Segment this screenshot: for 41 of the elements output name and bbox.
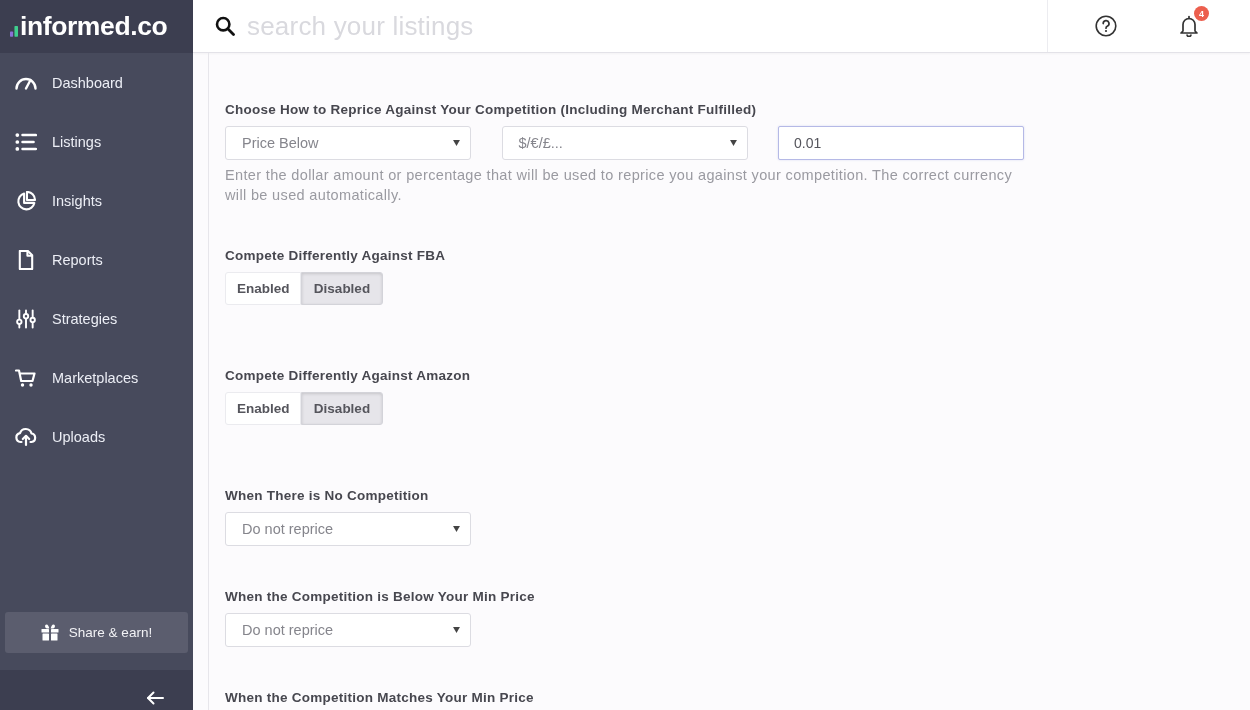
caret-icon xyxy=(453,627,460,633)
logo-text: informed.co xyxy=(20,11,168,42)
nav-item[interactable]: Dashboard xyxy=(0,53,193,112)
search-icon xyxy=(215,16,235,36)
nav-item[interactable]: Listings xyxy=(0,112,193,171)
pie-chart-icon xyxy=(15,190,37,211)
dropdown[interactable]: Price Below xyxy=(225,126,471,160)
logo-bars-icon xyxy=(10,24,18,37)
toggle-option[interactable]: Disabled xyxy=(301,272,383,305)
toggle-option[interactable]: Enabled xyxy=(225,272,301,305)
toggle-option[interactable]: Disabled xyxy=(301,392,383,425)
dropdown[interactable]: Do not reprice xyxy=(225,613,471,647)
input-field[interactable]: 0.01 xyxy=(778,126,1024,160)
toggle-option[interactable]: Enabled xyxy=(225,392,301,425)
nav-item[interactable]: Uploads xyxy=(0,407,193,466)
field-label: When There is No Competition xyxy=(225,487,430,505)
bell-icon[interactable] xyxy=(1179,15,1199,37)
field-label: When the Competition is Below Your Min Price xyxy=(225,588,536,606)
cloud-upload-icon xyxy=(15,426,37,447)
cart-icon xyxy=(15,367,37,388)
dropdown[interactable]: Do not reprice xyxy=(225,512,471,546)
share-earn-button[interactable]: Share & earn! xyxy=(5,612,188,653)
dropdown[interactable]: $/€/£... xyxy=(501,126,748,160)
list-icon xyxy=(15,131,37,152)
arrow-left-icon[interactable] xyxy=(146,691,164,705)
field-label: Compete Differently Against FBA xyxy=(225,247,447,265)
field-label: Choose How to Reprice Against Your Competition (Including Merchant Fulfilled) xyxy=(225,101,758,119)
help-text: Enter the dollar amount or percentage that will be used to reprice you against your competition. The correct currency will be used automatically. xyxy=(225,166,1014,205)
caret-icon xyxy=(453,140,460,146)
gift-icon xyxy=(40,624,59,641)
caret-icon xyxy=(729,140,737,146)
nav-item[interactable]: Reports xyxy=(0,230,193,289)
field-label: When the Competition Matches Your Min Price xyxy=(225,689,535,707)
notification-badge: 4 xyxy=(1194,6,1209,21)
nav-item[interactable]: Insights xyxy=(0,171,193,230)
nav-item[interactable]: Strategies xyxy=(0,289,193,348)
caret-icon xyxy=(453,526,460,532)
nav-item[interactable]: Marketplaces xyxy=(0,348,193,407)
sliders-icon xyxy=(15,308,37,329)
field-label: Compete Differently Against Amazon xyxy=(225,367,472,385)
help-icon[interactable] xyxy=(1095,15,1117,37)
